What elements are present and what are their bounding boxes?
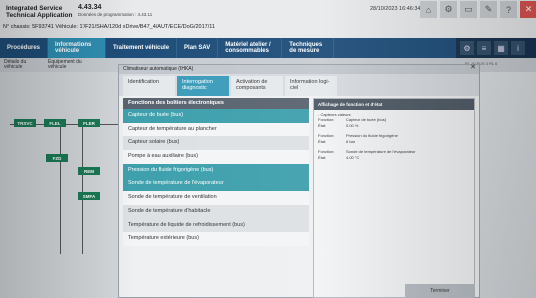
list-item[interactable]: Sonde de température d'habitacle bbox=[123, 204, 309, 219]
ecu-rem[interactable]: REM bbox=[78, 167, 100, 175]
list-item[interactable]: Capteur de température au plancher bbox=[123, 122, 309, 137]
nav-right-tools: ⚙ ≡ ▦ i bbox=[456, 38, 536, 58]
connection-icon[interactable]: ⚙ bbox=[440, 1, 457, 18]
nav-vehicle-processing[interactable]: Traitement véhicule bbox=[106, 38, 178, 58]
close-icon[interactable]: ✕ bbox=[520, 1, 536, 18]
nav-measurement[interactable]: Techniques de mesure bbox=[282, 38, 335, 58]
nav-workshop-equipment[interactable]: Matériel atelier / consommables bbox=[218, 38, 283, 58]
list-item[interactable]: Sonde de température de l'évaporateur bbox=[123, 177, 309, 192]
ecu-fzd[interactable]: FZD bbox=[46, 154, 68, 162]
list-item[interactable]: Capteur solaire (bus) bbox=[123, 136, 309, 151]
ecu-smfa[interactable]: SMFA bbox=[78, 192, 100, 200]
list-icon[interactable]: ≡ bbox=[477, 41, 491, 55]
screen: Integrated Service Technical Application… bbox=[0, 0, 536, 298]
programming-data: Données de programmation : 4.43.11 bbox=[78, 12, 153, 17]
nav-vehicle-info[interactable]: Informations véhicule bbox=[48, 38, 107, 58]
tab-diagnostic-query[interactable]: Interrogation diagnostic bbox=[177, 76, 229, 96]
list-item[interactable]: Pompe à eau auxiliaire (bus) bbox=[123, 150, 309, 164]
chassis-info: N° chassis: 5F93741 Véhicule: 1'/F21/SHA… bbox=[3, 24, 215, 30]
list-item[interactable]: Température de liquide de refroidissemen… bbox=[123, 218, 309, 233]
tab-vehicle-equipment[interactable]: Équipement du véhicule bbox=[48, 60, 92, 70]
list-item[interactable]: Capteur de buée (bus) bbox=[123, 109, 309, 123]
status-panel-header: Affichage de fonction et d'état bbox=[314, 99, 474, 110]
datetime: 28/10/2023 16:46:34 bbox=[370, 6, 421, 12]
close-icon[interactable]: ✕ bbox=[470, 64, 476, 71]
finish-button[interactable]: Terminer bbox=[405, 284, 475, 298]
list-item[interactable]: Sonde de température de ventilation bbox=[123, 191, 309, 205]
tab-vehicle-details[interactable]: Détails du véhicule bbox=[4, 60, 44, 70]
ecu-trsvc[interactable]: TRSVC bbox=[14, 119, 36, 127]
ecu-flel[interactable]: FLEL bbox=[44, 119, 66, 127]
tab-component-activation[interactable]: Activation de composants bbox=[231, 76, 283, 96]
status-panel: Affichage de fonction et d'état - Capteu… bbox=[313, 98, 475, 298]
nav-procedures[interactable]: Procédures bbox=[0, 38, 49, 58]
home-icon[interactable]: ⌂ bbox=[420, 1, 437, 18]
tab-software-info[interactable]: Information logi-ciel bbox=[285, 76, 337, 96]
tab-identification[interactable]: Identification bbox=[123, 76, 175, 96]
network-diagram: TRSVC FLEL FLER FZD REM SMFA bbox=[0, 72, 122, 298]
settings-icon[interactable]: ⚙ bbox=[460, 41, 474, 55]
info-icon[interactable]: i bbox=[511, 41, 525, 55]
app-version: 4.43.34 bbox=[78, 4, 102, 11]
chart-icon[interactable]: ▦ bbox=[494, 41, 508, 55]
dialog-title: Climatiseur automatique (IHKA) ✕ bbox=[119, 64, 479, 74]
list-item[interactable]: Pression du fluide frigorigène (bus) bbox=[123, 163, 309, 178]
function-list: Fonctions des boîtiers électroniques Cap… bbox=[123, 98, 309, 298]
tool-icon[interactable]: ✎ bbox=[480, 1, 497, 18]
header-bar: Integrated Service Technical Application… bbox=[0, 0, 536, 38]
ihka-dialog: Climatiseur automatique (IHKA) ✕ Identif… bbox=[118, 64, 480, 298]
car-icon[interactable]: ▭ bbox=[460, 1, 477, 18]
app-title: Integrated Service Technical Application bbox=[6, 5, 73, 19]
status-section: - Capteurs valeurs bbox=[318, 112, 351, 117]
dialog-tabs: Identification Interrogation diagnostic … bbox=[119, 74, 479, 96]
help-icon[interactable]: ? bbox=[500, 1, 517, 18]
list-item[interactable]: Température extérieure (bus) bbox=[123, 232, 309, 246]
list-header: Fonctions des boîtiers électroniques bbox=[123, 98, 309, 109]
nav-sav-plan[interactable]: Plan SAV bbox=[177, 38, 219, 58]
status-rows: Fonction: Capteur de buée (bus) État: 0.00… bbox=[318, 117, 416, 160]
ecu-fler[interactable]: FLER bbox=[78, 119, 100, 127]
